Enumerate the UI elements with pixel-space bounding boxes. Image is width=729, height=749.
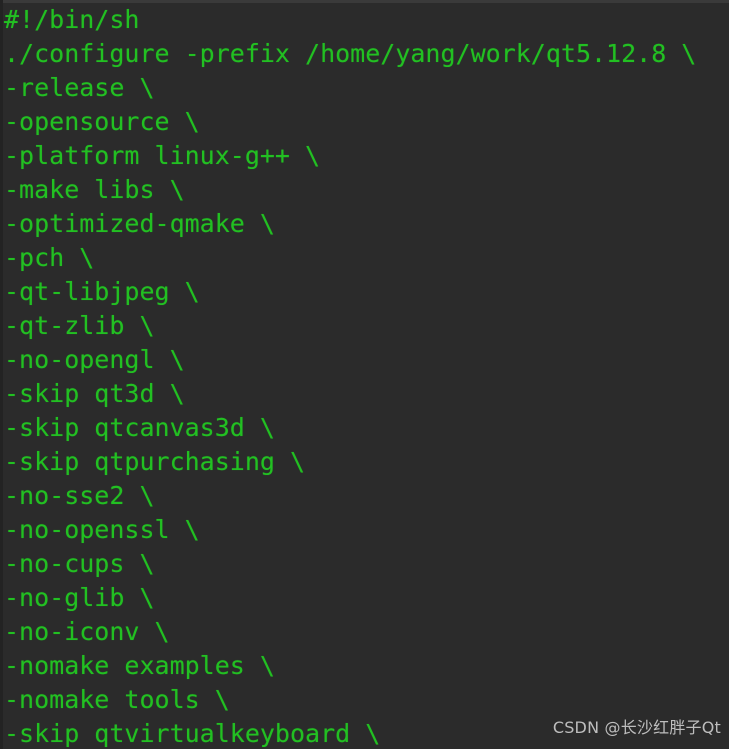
code-line: -qt-zlib \ [4,311,155,340]
code-line: -release \ [4,73,155,102]
code-line: -qt-libjpeg \ [4,277,200,306]
code-line: -nomake tools \ [4,685,230,714]
code-line: -optimized-qmake \ [4,209,275,238]
code-line: -no-sse2 \ [4,481,155,510]
code-line: -nomake examples \ [4,651,275,680]
code-line: -skip qtpurchasing \ [4,447,306,476]
code-line: -no-opengl \ [4,345,185,374]
top-chrome-strip [0,0,729,3]
code-line: -no-openssl \ [4,515,200,544]
code-screenshot: #!/bin/sh ./configure -prefix /home/yang… [0,0,729,749]
code-line: -skip qt3d \ [4,379,185,408]
code-line: ./configure -prefix /home/yang/work/qt5.… [4,39,697,68]
code-line: -no-iconv \ [4,617,170,646]
code-line: #!/bin/sh [4,5,140,34]
code-line: -no-glib \ [4,583,155,612]
csdn-watermark: CSDN @长沙红胖子Qt [552,718,721,737]
left-edge-gutter [0,0,3,749]
code-line: -platform linux-g++ \ [4,141,321,170]
code-line: -no-cups \ [4,549,155,578]
code-line: -make libs \ [4,175,185,204]
code-line: -opensource \ [4,107,200,136]
code-line: -pch \ [4,243,95,272]
code-listing[interactable]: #!/bin/sh ./configure -prefix /home/yang… [3,3,729,749]
code-line: -skip qtcanvas3d \ [4,413,275,442]
